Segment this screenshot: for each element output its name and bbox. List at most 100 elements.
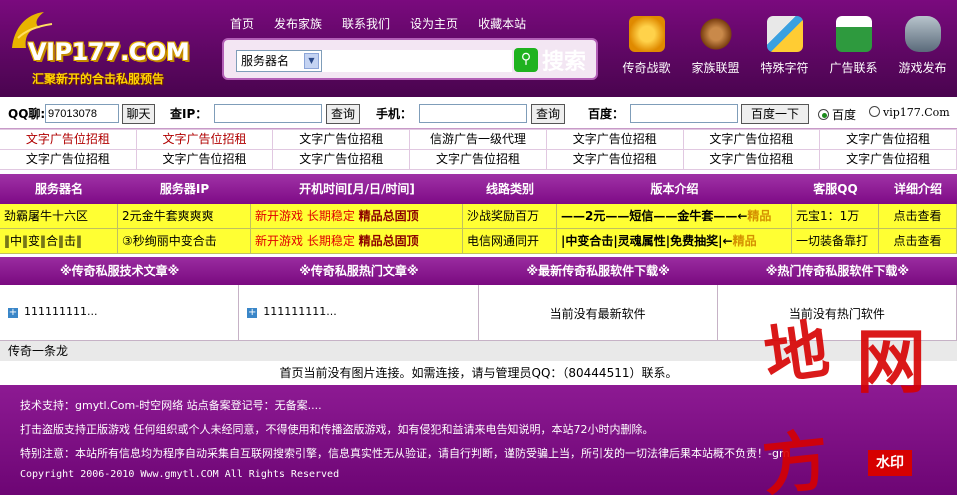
detail-link[interactable]: 点击查看 xyxy=(879,204,957,229)
site-logo[interactable]: VIP177.COM 汇聚新开的合击私服预告 xyxy=(4,8,196,90)
quick-link-label: 家族联盟 xyxy=(691,61,740,75)
plus-icon: + xyxy=(247,307,258,318)
col-header-line-type: 线路类别 xyxy=(485,182,534,196)
col-header-server-ip: 服务器IP xyxy=(159,182,210,196)
search-magnifier-icon[interactable]: ⚲ xyxy=(514,48,538,72)
server-table-header: 服务器名 服务器IP 开机时间[月/日/时间] 线路类别 版本介绍 客服QQ 详… xyxy=(0,174,957,204)
quick-links: 传奇战歌 家族联盟 特殊字符 广告联系 游戏发布 xyxy=(612,16,957,80)
tech-articles-title: ※传奇私服技术文章※ xyxy=(59,264,180,278)
text-ad[interactable]: 文字广告位招租 xyxy=(273,130,411,150)
text-ad[interactable]: 文字广告位招租 xyxy=(683,130,821,150)
id-card-icon xyxy=(835,16,872,52)
premium-badge: 精品 xyxy=(732,234,757,248)
text-ad[interactable]: 文字广告位招租 xyxy=(0,150,137,170)
col-header-support-qq: 客服QQ xyxy=(813,182,858,196)
friend-link[interactable]: 传奇一条龙 xyxy=(8,344,68,358)
articles-body: + 111111111... + 111111111... 当前没有最新软件 当… xyxy=(0,285,957,341)
ip-input[interactable] xyxy=(214,104,322,123)
quick-link-legend-song[interactable]: 传奇战歌 xyxy=(612,16,681,80)
phone-input[interactable] xyxy=(419,104,527,123)
support-qq: 一切装备靠打 xyxy=(792,229,879,254)
footer-antipiracy: 打击盗版支持正版游戏 任何组织或个人未经同意，不得使用和传播盗版游戏，如有侵犯和… xyxy=(20,423,654,436)
top-badge: 精品总固顶 xyxy=(358,234,419,248)
quick-link-label: 传奇战歌 xyxy=(622,61,671,75)
ship-wheel-icon xyxy=(697,16,734,52)
nav-bookmark[interactable]: 收藏本站 xyxy=(478,15,526,32)
lookup-toolbar: QQ聊: 聊天 查IP： 查询 手机： 查询 百度： 百度一下 百度 vip17… xyxy=(0,97,957,129)
logo-text: VIP177.COM xyxy=(28,38,190,66)
support-qq: 元宝1：1万 xyxy=(792,204,879,229)
radio-site[interactable]: vip177.Com xyxy=(869,106,950,119)
text-ad[interactable]: 文字广告位招租 xyxy=(273,150,411,170)
footer-disclaimer: 特别注意：本站所有信息均为程序自动采集自互联网搜索引擎，信息真实性无从验证，请自… xyxy=(20,447,790,460)
hot-articles-title: ※传奇私服热门文章※ xyxy=(299,264,419,278)
chat-button[interactable]: 聊天 xyxy=(122,104,155,124)
gamepad-icon xyxy=(904,16,941,52)
version-text: ——2元——短信——金牛套——← xyxy=(561,209,748,223)
server-name[interactable]: 劲霸屠牛十六区 xyxy=(0,204,118,229)
top-nav: 首页 发布家族 联系我们 设为主页 收藏本站 xyxy=(230,15,546,32)
text-ad[interactable]: 文字广告位招租 xyxy=(136,150,274,170)
nav-publish-family[interactable]: 发布家族 xyxy=(274,15,322,32)
radio-label: 百度 xyxy=(832,108,857,122)
radio-unchecked-icon xyxy=(869,106,880,117)
radio-baidu[interactable]: 百度 xyxy=(818,106,856,123)
phone-query-button[interactable]: 查询 xyxy=(531,104,565,124)
image-links-note: 首页当前没有图片连接。如需连接，请与管理员QQ：（80444511）联系。 xyxy=(0,361,957,385)
col-header-open-time: 开机时间[月/日/时间] xyxy=(299,182,415,196)
search-button[interactable]: 搜索 xyxy=(542,44,586,76)
nav-set-homepage[interactable]: 设为主页 xyxy=(410,15,458,32)
text-ad[interactable]: 文字广告位招租 xyxy=(546,130,684,150)
server-name[interactable]: ‖中‖变‖合‖击‖ xyxy=(0,229,118,254)
ip-query-button[interactable]: 查询 xyxy=(326,104,360,124)
version-intro: |中变合击|灵魂属性|免费抽奖|←精品 xyxy=(557,229,792,254)
table-row[interactable]: ‖中‖变‖合‖击‖ ③秒绚丽中变合击 新开游戏 长期稳定 精品总固顶 电信网通同… xyxy=(0,229,957,254)
search-type-value: 服务器名 xyxy=(241,54,290,68)
text-ad[interactable]: 文字广告位招租 xyxy=(820,130,957,150)
server-ip: 2元金牛套爽爽爽 xyxy=(118,204,251,229)
ip-label: 查IP： xyxy=(170,107,208,121)
text-ad[interactable]: 信游广告一级代理 xyxy=(410,130,547,150)
chevron-down-icon: ▼ xyxy=(304,53,319,69)
text-ad[interactable]: 文字广告位招租 xyxy=(683,150,821,170)
article-link[interactable]: 111111111... xyxy=(24,305,97,318)
article-link[interactable]: 111111111... xyxy=(263,305,336,318)
col-header-version: 版本介绍 xyxy=(650,182,699,196)
hot-software-title: ※热门传奇私服软件下载※ xyxy=(765,264,910,278)
plus-icon: + xyxy=(8,307,18,318)
text-ad[interactable]: 文字广告位招租 xyxy=(820,150,957,170)
open-time: 新开游戏 长期稳定 精品总固顶 xyxy=(251,229,463,254)
hot-articles-list: + 111111111... xyxy=(239,285,479,341)
text-ad-grid: 文字广告位招租 文字广告位招租 文字广告位招租 信游广告一级代理 文字广告位招租… xyxy=(0,129,957,170)
version-intro: ——2元——短信——金牛套——←精品 xyxy=(557,204,792,229)
nav-home[interactable]: 首页 xyxy=(230,15,254,32)
baidu-search-button[interactable]: 百度一下 xyxy=(741,104,809,124)
quick-link-special-chars[interactable]: 特殊字符 xyxy=(750,16,819,80)
text-ad[interactable]: 文字广告位招租 xyxy=(0,130,137,150)
search-type-select[interactable]: 服务器名 ▼ xyxy=(236,50,322,72)
tech-articles-list: + 111111111... xyxy=(0,285,240,341)
open-time-text: 新开游戏 长期稳定 xyxy=(255,209,355,223)
footer-tech-support: 技术支持：gmytl.Com-时空网络 站点备案登记号：无备案.... xyxy=(20,399,322,412)
baidu-input[interactable] xyxy=(630,104,738,123)
quick-link-label: 游戏发布 xyxy=(898,61,947,75)
empty-message: 当前没有最新软件 xyxy=(549,307,646,321)
text-ad[interactable]: 文字广告位招租 xyxy=(410,150,547,170)
text-ad[interactable]: 文字广告位招租 xyxy=(136,130,274,150)
quick-link-ad-contact[interactable]: 广告联系 xyxy=(819,16,888,80)
detail-link[interactable]: 点击查看 xyxy=(879,229,957,254)
premium-badge: 精品 xyxy=(747,209,772,223)
quick-link-family-league[interactable]: 家族联盟 xyxy=(681,16,750,80)
version-text: |中变合击|灵魂属性|免费抽奖|← xyxy=(561,234,733,248)
radio-checked-icon xyxy=(818,109,829,120)
col-header-server-name: 服务器名 xyxy=(34,182,83,196)
empty-message: 当前没有热门软件 xyxy=(788,307,885,321)
text-ad[interactable]: 文字广告位招租 xyxy=(546,150,684,170)
search-input[interactable] xyxy=(322,50,512,72)
footer: 技术支持：gmytl.Com-时空网络 站点备案登记号：无备案.... 打击盗版… xyxy=(0,385,957,495)
gears-icon xyxy=(628,16,665,52)
qq-input[interactable] xyxy=(45,104,119,123)
nav-contact[interactable]: 联系我们 xyxy=(342,15,390,32)
table-row[interactable]: 劲霸屠牛十六区 2元金牛套爽爽爽 新开游戏 长期稳定 精品总固顶 沙战奖励百万 … xyxy=(0,204,957,229)
quick-link-game-publish[interactable]: 游戏发布 xyxy=(888,16,957,80)
